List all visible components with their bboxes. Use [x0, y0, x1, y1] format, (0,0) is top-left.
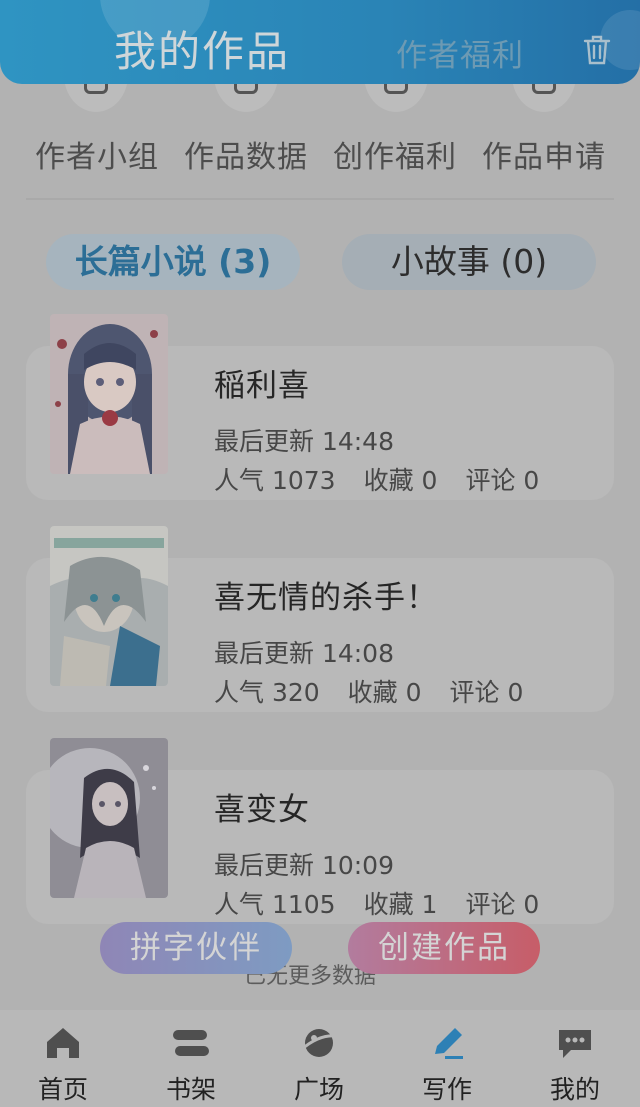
book-last-updated: 最后更新 10:09 — [214, 851, 394, 880]
nav-item-home[interactable]: 首页 — [18, 1024, 108, 1106]
header-bar: 我的作品 作者福利 — [0, 0, 640, 84]
page-title: 我的作品 — [114, 27, 291, 76]
book-cover-image[interactable] — [50, 526, 168, 686]
book-last-updated: 最后更新 14:48 — [214, 427, 394, 456]
book-favorites: 收藏 1 — [363, 890, 438, 919]
book-comments: 评论 0 — [465, 466, 540, 495]
planet-icon — [300, 1029, 338, 1057]
book-last-updated: 最后更新 14:08 — [214, 639, 394, 668]
book-cover-image[interactable] — [50, 314, 168, 474]
book-popularity: 人气 1073 — [214, 466, 336, 495]
writing-partner-button[interactable]: 拼字伙伴 — [100, 922, 292, 974]
quick-nav-author-group[interactable]: 作者小组 — [32, 132, 162, 176]
book-favorites: 收藏 0 — [363, 466, 438, 495]
nav-label: 首页 — [37, 1075, 88, 1104]
book-stats: 人气 1073 收藏 0 评论 0 — [214, 461, 567, 497]
nav-label: 我的 — [549, 1075, 600, 1104]
divider — [26, 198, 614, 200]
book-popularity: 人气 1105 — [214, 890, 336, 919]
tab-short-stories[interactable]: 小故事 (0) — [342, 234, 596, 290]
author-benefits-link[interactable]: 作者福利 — [396, 30, 524, 75]
book-comments: 评论 0 — [465, 890, 540, 919]
book-stats: 人气 320 收藏 0 评论 0 — [214, 673, 551, 709]
quick-nav-creation-benefits[interactable]: 创作福利 — [330, 132, 460, 176]
tab-novels[interactable]: 长篇小说 (3) — [46, 234, 300, 290]
bottom-nav: 首页 书架 广场 写作 我的 — [0, 1010, 640, 1107]
quick-nav-work-application[interactable]: 作品申请 — [479, 132, 609, 176]
book-title[interactable]: 喜变女 — [214, 784, 310, 829]
create-work-button[interactable]: 创建作品 — [348, 922, 540, 974]
book-cover-image[interactable] — [50, 738, 168, 898]
nav-item-square[interactable]: 广场 — [274, 1024, 364, 1106]
book-popularity: 人气 320 — [214, 678, 320, 707]
book-title[interactable]: 稲利喜 — [214, 360, 310, 405]
nav-label: 写作 — [421, 1075, 472, 1104]
nav-item-write[interactable]: 写作 — [402, 1024, 492, 1106]
book-favorites: 收藏 0 — [347, 678, 422, 707]
home-icon — [47, 1028, 79, 1058]
trash-icon[interactable] — [582, 34, 612, 66]
nav-item-bookshelf[interactable]: 书架 — [146, 1024, 236, 1106]
nav-item-mine[interactable]: 我的 — [530, 1024, 620, 1106]
book-stats: 人气 1105 收藏 1 评论 0 — [214, 885, 567, 921]
nav-label: 广场 — [293, 1075, 344, 1104]
book-comments: 评论 0 — [449, 678, 524, 707]
chat-icon — [559, 1030, 591, 1058]
book-title[interactable]: 喜无情的杀手！ — [214, 572, 438, 617]
nav-label: 书架 — [165, 1075, 216, 1104]
quick-nav-work-data[interactable]: 作品数据 — [181, 132, 311, 176]
bookshelf-icon — [173, 1030, 209, 1056]
pen-icon — [435, 1028, 463, 1059]
